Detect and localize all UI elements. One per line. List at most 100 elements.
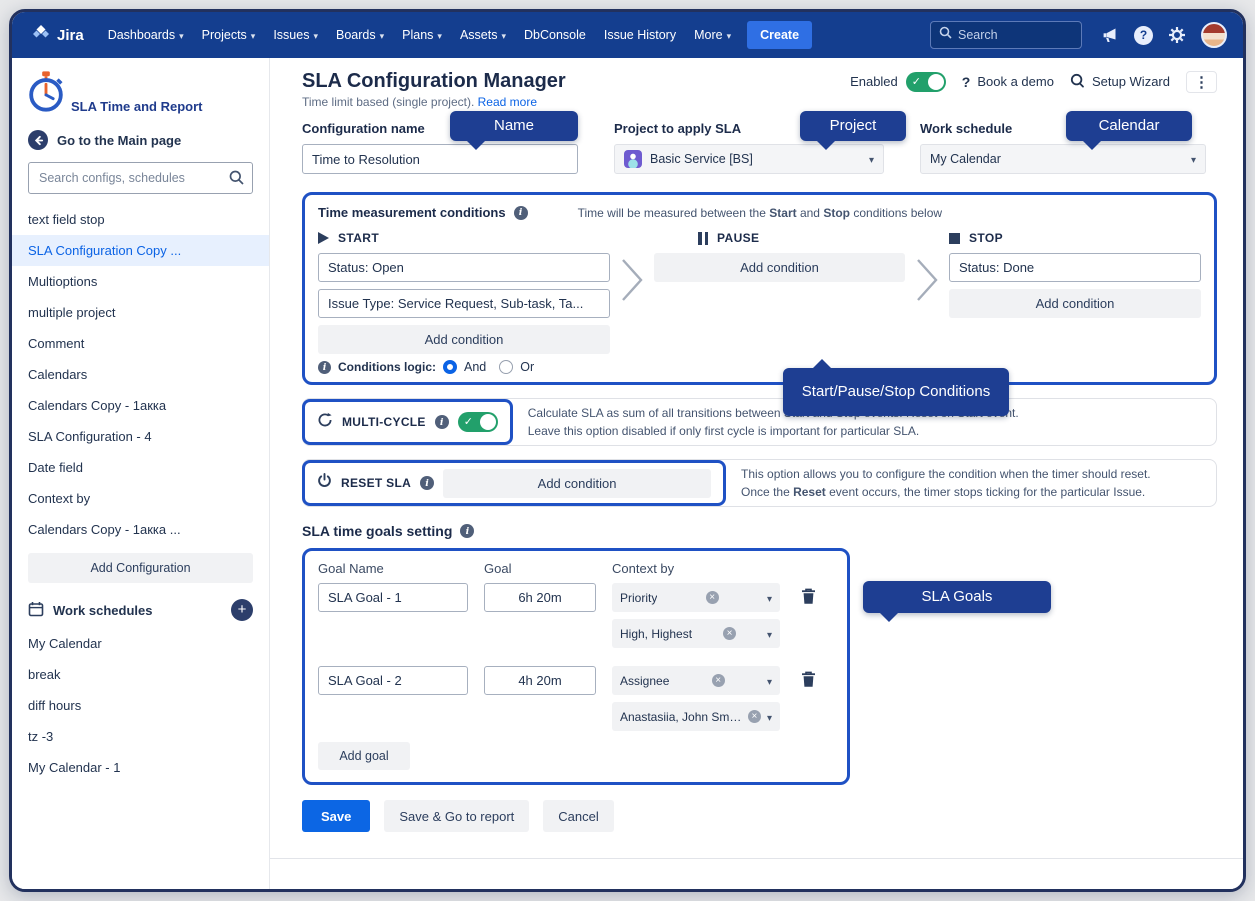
- clear-icon[interactable]: [712, 674, 725, 687]
- logic-or-radio[interactable]: [499, 360, 513, 374]
- wizard-icon: [1070, 73, 1085, 91]
- sla-goals-box: Goal Name Goal Context by Priority: [302, 548, 850, 785]
- config-item[interactable]: Multioptions: [12, 266, 269, 297]
- goal-name-input[interactable]: [318, 666, 468, 695]
- add-pause-condition-button[interactable]: Add condition: [654, 253, 905, 282]
- context-field-select[interactable]: Priority: [612, 583, 780, 612]
- nav-issues[interactable]: Issues: [273, 28, 318, 42]
- add-schedule-button[interactable]: [231, 599, 253, 621]
- clear-icon[interactable]: [723, 627, 736, 640]
- context-values-select[interactable]: Anastasiia, John Smit...: [612, 702, 780, 731]
- search-icon: [939, 26, 952, 44]
- play-icon: [318, 232, 329, 244]
- nav-dbconsole[interactable]: DbConsole: [524, 28, 586, 42]
- info-icon[interactable]: [435, 415, 449, 429]
- nav-boards[interactable]: Boards: [336, 28, 384, 42]
- info-icon[interactable]: [514, 206, 528, 220]
- start-condition-chip[interactable]: Issue Type: Service Request, Sub-task, T…: [318, 289, 610, 318]
- book-a-demo-button[interactable]: ? Book a demo: [962, 74, 1054, 90]
- announcements-icon[interactable]: [1100, 27, 1119, 44]
- config-item[interactable]: multiple project: [12, 297, 269, 328]
- config-item[interactable]: Calendars Copy - 1акка ...: [12, 514, 269, 545]
- config-item-selected[interactable]: SLA Configuration Copy ...: [12, 235, 269, 266]
- delete-goal-button[interactable]: [801, 671, 816, 691]
- help-icon[interactable]: ?: [1134, 26, 1153, 45]
- enabled-toggle[interactable]: [906, 72, 946, 92]
- schedule-item[interactable]: My Calendar: [12, 628, 269, 659]
- pause-conditions-column: PAUSE Add condition: [654, 231, 905, 282]
- config-form: Name Configuration name Project Project …: [302, 121, 1217, 174]
- schedule-item[interactable]: diff hours: [12, 690, 269, 721]
- info-icon[interactable]: [318, 361, 331, 374]
- create-button[interactable]: Create: [747, 21, 812, 49]
- clear-icon[interactable]: [706, 591, 719, 604]
- stop-condition-chip[interactable]: Status: Done: [949, 253, 1201, 282]
- goal-value-input[interactable]: [484, 666, 596, 695]
- goal-name-input[interactable]: [318, 583, 468, 612]
- nav-issue-history[interactable]: Issue History: [604, 28, 676, 42]
- chevron-down-icon: [501, 28, 506, 42]
- add-goal-button[interactable]: Add goal: [318, 742, 410, 770]
- back-to-main-link[interactable]: Go to the Main page: [12, 121, 269, 157]
- delete-goal-button[interactable]: [801, 588, 816, 608]
- jira-logo[interactable]: Jira: [32, 24, 84, 46]
- nav-search-input[interactable]: [958, 28, 1070, 42]
- save-and-go-to-report-button[interactable]: Save & Go to report: [384, 800, 529, 832]
- page-subtitle: Time limit based (single project). Read …: [302, 95, 1217, 109]
- jira-top-nav: Jira Dashboards Projects Issues Boards P…: [12, 12, 1243, 58]
- context-field-select[interactable]: Assignee: [612, 666, 780, 695]
- nav-search[interactable]: [930, 21, 1082, 49]
- context-values-select[interactable]: High, Highest: [612, 619, 780, 648]
- cycle-icon: [317, 412, 333, 433]
- nav-projects[interactable]: Projects: [202, 28, 256, 42]
- project-select[interactable]: Basic Service [BS]: [614, 144, 884, 174]
- config-item[interactable]: text field stop: [12, 204, 269, 235]
- config-item[interactable]: Calendars: [12, 359, 269, 390]
- goal-name-column-header: Goal Name: [318, 561, 468, 576]
- setup-wizard-button[interactable]: Setup Wizard: [1070, 73, 1170, 91]
- add-configuration-button[interactable]: Add Configuration: [28, 553, 253, 583]
- conditions-title: Time measurement conditions: [318, 205, 506, 220]
- config-item[interactable]: Comment: [12, 328, 269, 359]
- config-name-input[interactable]: [302, 144, 578, 174]
- more-options-kebab[interactable]: [1186, 71, 1217, 93]
- clear-icon[interactable]: [748, 710, 761, 723]
- config-item[interactable]: Calendars Copy - 1акка: [12, 390, 269, 421]
- chevron-down-icon: [767, 627, 772, 641]
- config-item[interactable]: Date field: [12, 452, 269, 483]
- nav-dashboards[interactable]: Dashboards: [108, 28, 184, 42]
- work-schedules-header: Work schedules: [12, 589, 269, 628]
- schedule-item[interactable]: break: [12, 659, 269, 690]
- info-icon[interactable]: [420, 476, 434, 490]
- chevron-down-icon: [767, 674, 772, 688]
- read-more-link[interactable]: Read more: [478, 95, 537, 109]
- question-icon: ?: [962, 74, 971, 90]
- nav-assets[interactable]: Assets: [460, 28, 506, 42]
- work-schedule-select[interactable]: My Calendar: [920, 144, 1206, 174]
- settings-gear-icon[interactable]: [1168, 26, 1186, 44]
- save-button[interactable]: Save: [302, 800, 370, 832]
- callout-conditions: Start/Pause/Stop Conditions: [783, 368, 1009, 416]
- schedule-item[interactable]: My Calendar - 1: [12, 752, 269, 783]
- logic-and-radio[interactable]: [443, 360, 457, 374]
- nav-more[interactable]: More: [694, 28, 731, 42]
- search-icon: [229, 170, 244, 185]
- config-item[interactable]: SLA Configuration - 4: [12, 421, 269, 452]
- info-icon[interactable]: [460, 524, 474, 538]
- bottom-divider: [270, 858, 1243, 859]
- user-avatar[interactable]: [1201, 22, 1227, 48]
- add-start-condition-button[interactable]: Add condition: [318, 325, 610, 354]
- add-stop-condition-button[interactable]: Add condition: [949, 289, 1201, 318]
- multi-cycle-toggle[interactable]: [458, 412, 498, 432]
- page-title: SLA Configuration Manager: [302, 70, 566, 93]
- config-item[interactable]: Context by: [12, 483, 269, 514]
- time-measurement-conditions: Time measurement conditions Time will be…: [302, 192, 1217, 385]
- cancel-button[interactable]: Cancel: [543, 800, 613, 832]
- goal-value-input[interactable]: [484, 583, 596, 612]
- schedule-item[interactable]: tz -3: [12, 721, 269, 752]
- start-condition-chip[interactable]: Status: Open: [318, 253, 610, 282]
- reset-sla-row: RESET SLA Add condition This option allo…: [302, 459, 1217, 507]
- add-reset-condition-button[interactable]: Add condition: [443, 469, 711, 498]
- sidebar-search-input[interactable]: [28, 162, 253, 194]
- nav-plans[interactable]: Plans: [402, 28, 442, 42]
